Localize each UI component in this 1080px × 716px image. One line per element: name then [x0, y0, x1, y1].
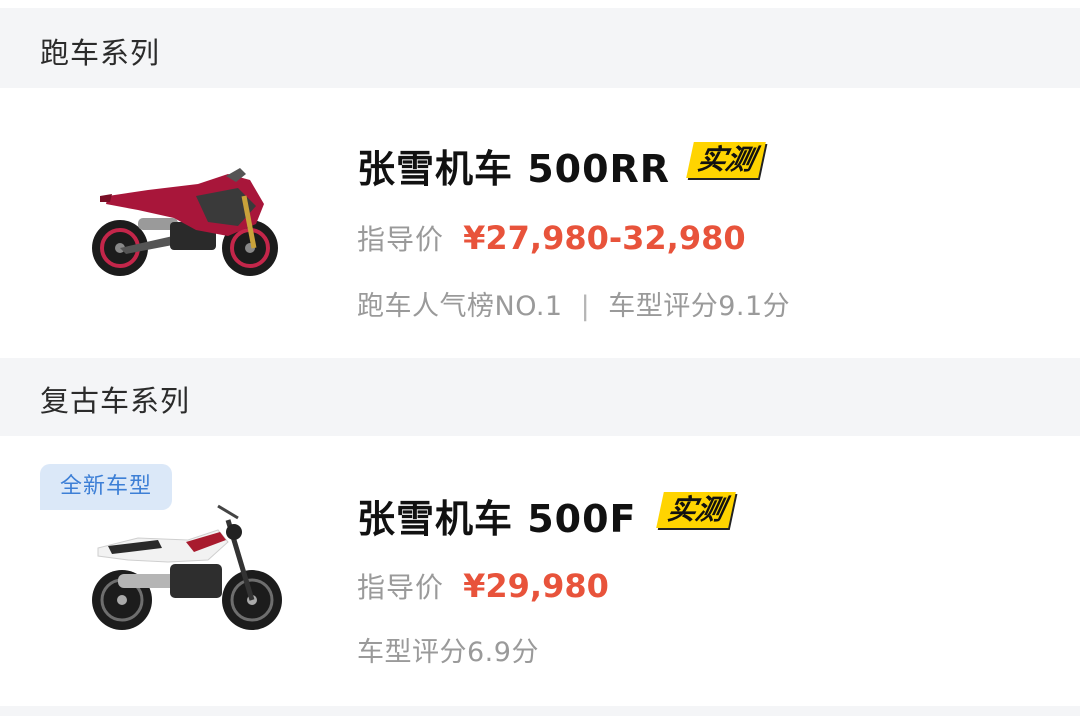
meta-row: 跑车人气榜NO.1 | 车型评分9.1分 [357, 284, 790, 323]
model-card-500f[interactable]: 全新车型 张雪机车 500F 实测 指导价 ¥29,980 车型评分6.9分 [0, 436, 1080, 706]
measured-tag: 实测 [656, 492, 736, 528]
measured-tag: 实测 [686, 142, 766, 178]
section-title: 复古车系列 [40, 384, 191, 418]
popularity-rank: 跑车人气榜NO.1 [357, 291, 563, 322]
model-card-500rr[interactable]: 张雪机车 500RR 实测 指导价 ¥27,980-32,980 跑车人气榜NO… [0, 88, 1080, 358]
price-label: 指导价 [357, 223, 445, 256]
meta-separator: | [580, 291, 591, 322]
model-name[interactable]: 张雪机车 500F [357, 488, 637, 543]
price-value: ¥27,980-32,980 [463, 219, 746, 257]
section-header-sport: 跑车系列 [0, 8, 1080, 88]
page: 跑车系列 张雪机车 500RR 实测 指导价 ¥27,980-32,980 跑车… [0, 0, 1080, 716]
price-label: 指导价 [357, 571, 445, 604]
model-rating: 车型评分6.9分 [357, 637, 539, 668]
price-row: 指导价 ¥27,980-32,980 [357, 218, 746, 258]
bottom-divider [0, 706, 1080, 716]
model-rating: 车型评分9.1分 [608, 291, 791, 322]
motorcycle-image [92, 504, 282, 630]
price-value: ¥29,980 [463, 567, 609, 605]
section-title: 跑车系列 [40, 36, 161, 70]
motorcycle-image [92, 168, 278, 276]
price-row: 指导价 ¥29,980 [357, 566, 609, 606]
model-name[interactable]: 张雪机车 500RR [357, 138, 670, 193]
meta-row: 车型评分6.9分 [357, 630, 539, 669]
section-header-retro: 复古车系列 [0, 358, 1080, 436]
